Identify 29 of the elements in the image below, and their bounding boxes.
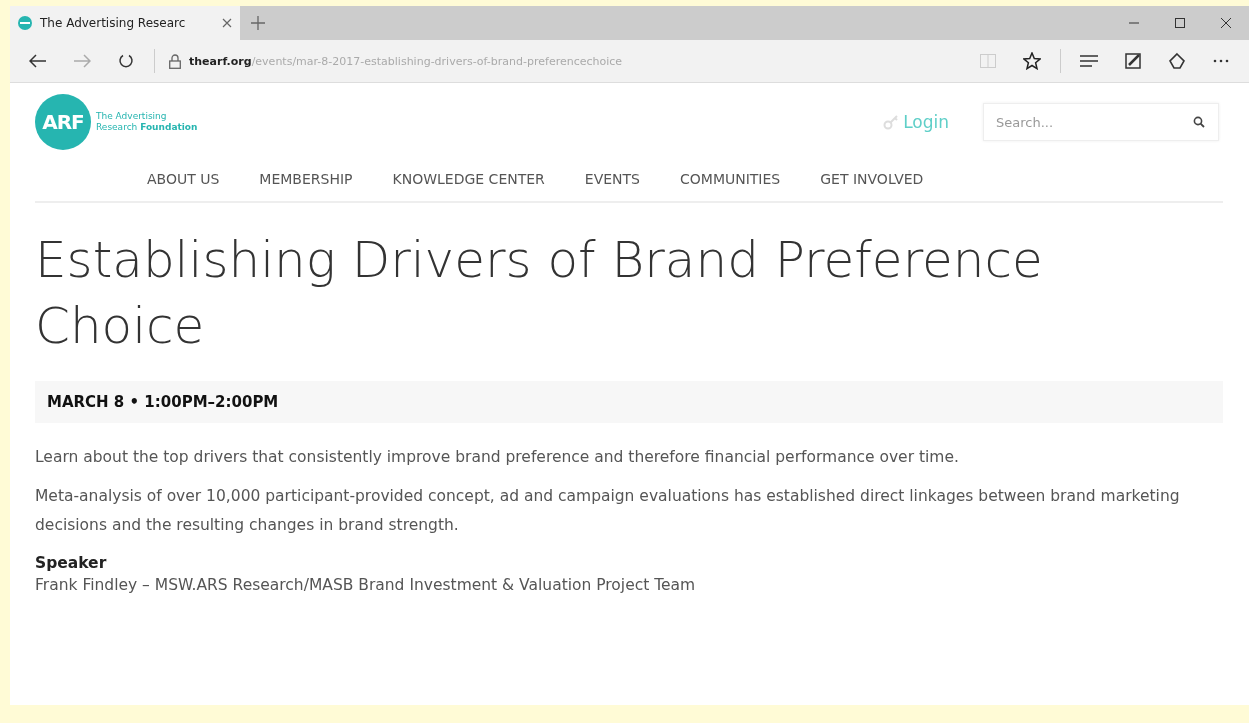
plus-icon[interactable] — [251, 16, 265, 30]
description-paragraph: Learn about the top drivers that consistently improve brand preference and therefore financial performance over time. — [35, 447, 960, 468]
nav-link[interactable]: COMMUNITIES — [680, 171, 781, 187]
nav-link[interactable]: EVENTS — [584, 171, 640, 187]
lock-icon — [169, 53, 181, 69]
speaker-text: Frank Findley – MSW.ARS Research/MASB Brand Investment & Valuation Project Team — [35, 576, 697, 594]
nav-link[interactable]: MEMBERSHIP — [259, 171, 353, 187]
close-icon[interactable] — [1221, 18, 1231, 28]
back-arrow-icon[interactable] — [29, 54, 47, 68]
browser-tab[interactable]: The Advertising Researc — [10, 6, 240, 40]
star-icon[interactable] — [1023, 52, 1041, 70]
speaker-heading: Speaker — [35, 554, 108, 572]
logo-text: The Advertising Research Foundation — [96, 111, 198, 133]
search-field[interactable]: Search... — [983, 103, 1219, 141]
more-icon[interactable] — [1213, 59, 1229, 63]
event-date-bar: MARCH 8 • 1:00PM–2:00PM — [35, 381, 1223, 423]
key-icon — [883, 114, 900, 130]
nav-link[interactable]: GET INVOLVED — [820, 171, 924, 187]
event-title: Establishing Drivers of Brand Preference Choice — [35, 230, 1044, 357]
maximize-icon[interactable] — [1175, 18, 1185, 28]
pen-icon[interactable] — [1124, 52, 1142, 70]
nav-link[interactable]: ABOUT US — [147, 171, 220, 187]
nav-link[interactable]: KNOWLEDGE CENTER — [392, 171, 545, 187]
lines-icon[interactable] — [1080, 55, 1098, 67]
site-icon — [18, 16, 32, 30]
description-paragraph: Meta-analysis of over 10,000 participant-provided concept, ad and campaign evaluations has established direct linkages between brand marketing decisions and the resulting changes in brand strength. — [35, 486, 1181, 536]
search-icon[interactable] — [1193, 116, 1205, 128]
close-icon[interactable] — [222, 18, 232, 28]
refresh-icon[interactable] — [118, 53, 134, 69]
